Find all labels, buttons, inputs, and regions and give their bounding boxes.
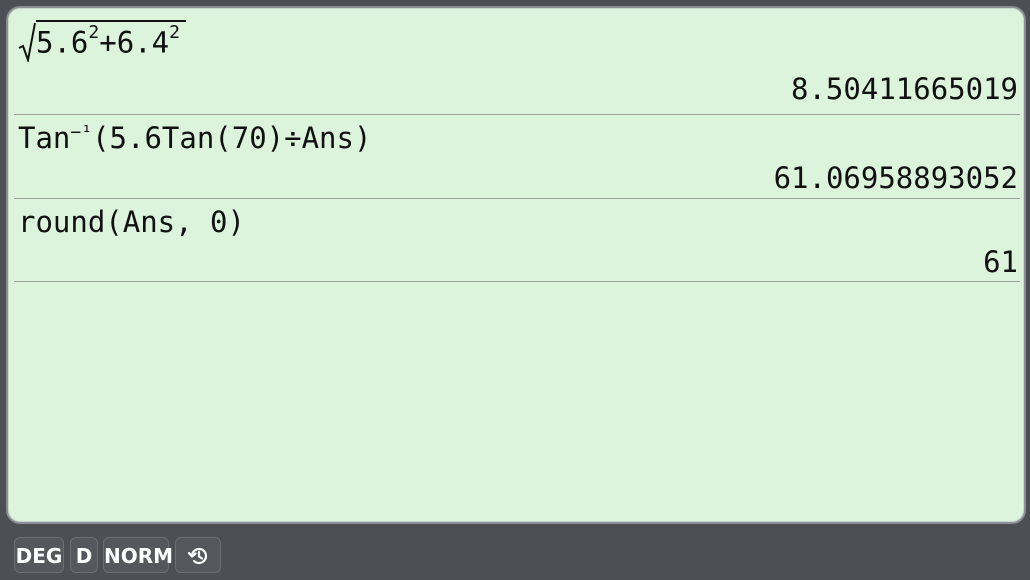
history-button[interactable] xyxy=(175,537,221,573)
angle-mode-button[interactable]: DEG xyxy=(14,537,64,573)
result: 61 xyxy=(983,245,1018,279)
history-icon xyxy=(187,547,208,565)
history-entry[interactable]: round(Ans, 0) 61 xyxy=(14,199,1020,282)
base-b: 6.4 xyxy=(116,25,170,60)
result: 8.50411665019 xyxy=(791,72,1018,106)
exponent-a: 2 xyxy=(88,22,100,43)
history-entry[interactable]: 5.62+6.42 8.50411665019 xyxy=(14,8,1020,115)
expression: 5.62+6.42 xyxy=(18,20,186,62)
history-entry[interactable]: Tan−¹(5.6Tan(70)÷Ans) 61.06958893052 xyxy=(14,115,1020,199)
calculator-display[interactable]: 5.62+6.42 8.50411665019 Tan−¹(5.6Tan(70)… xyxy=(6,6,1026,524)
plus-sign: + xyxy=(99,25,117,60)
radicand: 5.62+6.42 xyxy=(36,20,186,58)
calculator-frame: 5.62+6.42 8.50411665019 Tan−¹(5.6Tan(70)… xyxy=(0,0,1030,580)
function-name: Tan xyxy=(18,121,71,155)
expression-rest: (5.6Tan(70)÷Ans) xyxy=(92,121,372,155)
radical-sign-icon xyxy=(18,22,36,62)
expression: Tan−¹(5.6Tan(70)÷Ans) xyxy=(18,121,371,155)
expression: round(Ans, 0) xyxy=(18,205,245,239)
result: 61.06958893052 xyxy=(773,161,1018,195)
inverse-superscript: −¹ xyxy=(70,122,93,143)
exponent-b: 2 xyxy=(169,22,180,43)
status-bar: DEG D NORM xyxy=(0,530,1030,580)
square-root: 5.62+6.42 xyxy=(18,20,186,62)
number-format-button[interactable]: NORM xyxy=(103,537,173,573)
base-a: 5.6 xyxy=(36,25,89,60)
display-mode-button[interactable]: D xyxy=(70,537,98,573)
